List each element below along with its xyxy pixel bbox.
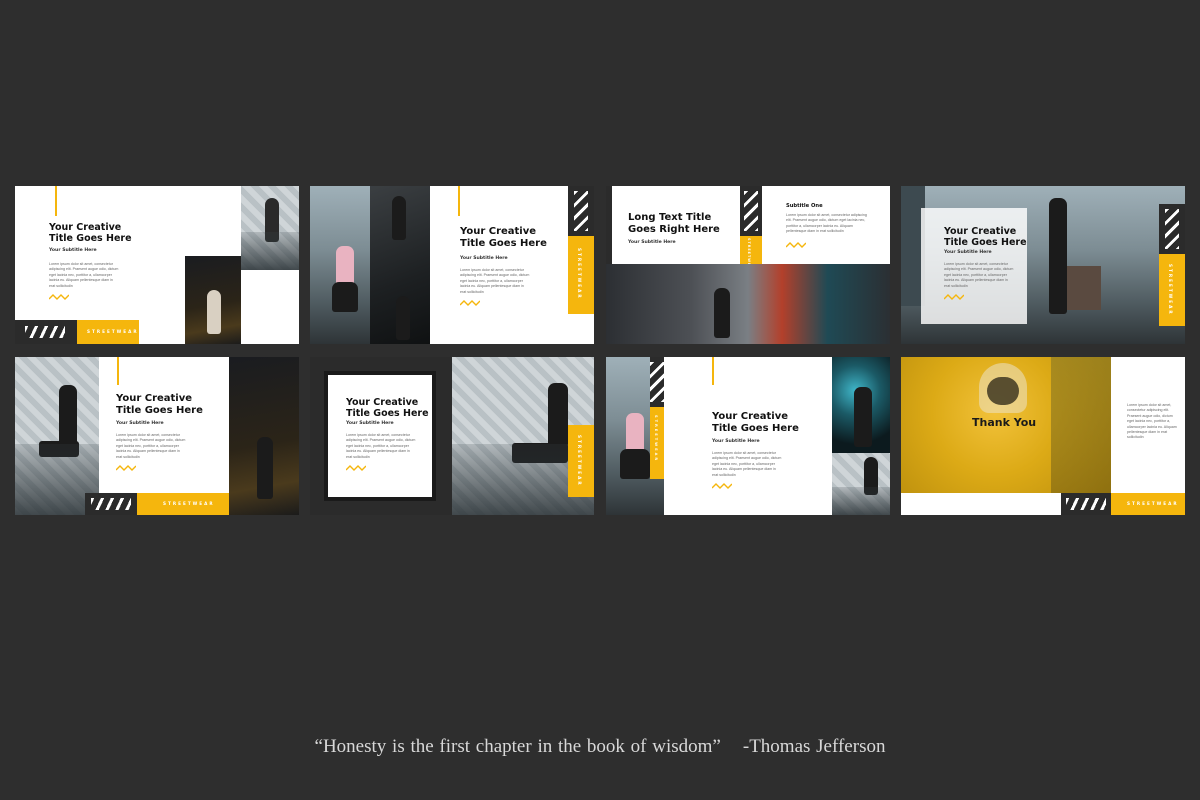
zigzag-icon — [116, 465, 136, 471]
photo-street-night — [185, 256, 241, 344]
brand-label: STREETWEAR — [87, 329, 139, 334]
slide-body: Lorem ipsum dolor sit amet, consectetur … — [116, 433, 186, 459]
slide-6[interactable]: Your Creative Title Goes Here Your Subti… — [310, 357, 594, 515]
photo-wall — [241, 186, 299, 270]
photo-wall — [832, 453, 890, 515]
slide-body: Lorem ipsum dolor sit amet, consectetur … — [346, 433, 416, 459]
slide-5[interactable]: Your Creative Title Goes Here Your Subti… — [15, 357, 299, 515]
accent-line — [117, 357, 119, 385]
dark-block — [650, 357, 664, 407]
thank-you-title: Thank You — [972, 416, 1037, 429]
slide-body: Lorem ipsum dolor sit amet, consectetur … — [1127, 403, 1177, 440]
slide-subtitle: Your Subtitle Here — [346, 421, 394, 426]
zigzag-icon — [712, 483, 732, 489]
accent-line — [55, 186, 57, 216]
dark-block — [740, 186, 762, 236]
slide-3[interactable]: Long Text Title Goes Right Here Your Sub… — [606, 186, 890, 344]
slide-body: Lorem ipsum dolor sit amet, consectetur … — [460, 268, 530, 294]
brand-block: STREETWEAR — [137, 493, 229, 515]
slide-subtitle-one: Subtitle One — [786, 203, 823, 209]
stripes-icon — [91, 498, 131, 510]
slide-body: Lorem ipsum dolor sit amet, consectetur … — [49, 262, 119, 288]
stripes-icon — [744, 191, 758, 231]
slide-body: Lorem ipsum dolor sit amet, consectetur … — [944, 262, 1014, 288]
slide-body: Lorem ipsum dolor sit amet, consectetur … — [712, 451, 782, 477]
photo-wall-sitting — [15, 357, 99, 515]
dark-block — [568, 186, 594, 236]
brand-label: STREETWEAR — [654, 415, 658, 463]
slide-subtitle: Your Subtitle Here — [628, 240, 676, 245]
photo-night-street — [229, 357, 299, 515]
slide-7[interactable]: STREETWEAR Your Creative Title Goes Here… — [606, 357, 890, 515]
zigzag-icon — [786, 242, 806, 248]
zigzag-icon — [346, 465, 366, 471]
brand-label: STREETWEAR — [1168, 264, 1173, 316]
brand-block: STREETWEAR — [740, 236, 762, 274]
slide-1[interactable]: Your Creative Title Goes Here Your Subti… — [15, 186, 299, 344]
brand-label: STREETWEAR — [163, 501, 215, 506]
quote-text: “Honesty is the first chapter in the boo… — [314, 736, 721, 757]
brand-block: STREETWEAR — [568, 425, 594, 497]
dark-block — [1159, 204, 1185, 254]
brand-label: STREETWEAR — [577, 435, 582, 487]
slide-body: Lorem ipsum dolor sit amet, consectetur … — [786, 213, 867, 234]
slide-2[interactable]: Your Creative Title Goes Here Your Subti… — [310, 186, 594, 344]
stripes-icon — [650, 362, 664, 402]
quote: “Honesty is the first chapter in the boo… — [0, 736, 1200, 758]
stripes-icon — [25, 326, 65, 338]
accent-line — [458, 186, 460, 216]
slide-subtitle: Your Subtitle Here — [712, 439, 760, 444]
accent-line — [712, 357, 714, 385]
stripes-icon — [1066, 498, 1106, 510]
slide-4[interactable]: Your Creative Title Goes Here Your Subti… — [901, 186, 1185, 344]
photo-man-pink — [310, 186, 370, 344]
slide-subtitle: Your Subtitle Here — [116, 421, 164, 426]
slide-title: Your Creative Title Goes Here — [116, 393, 203, 416]
photo-neon — [832, 357, 890, 453]
photo-alley — [606, 264, 890, 344]
photo-stairs — [370, 186, 430, 344]
brand-block: STREETWEAR — [77, 320, 139, 344]
dark-block — [1061, 493, 1111, 515]
slide-8[interactable]: Thank You Lorem ipsum dolor sit amet, co… — [901, 357, 1185, 515]
brand-label: STREETWEAR — [577, 248, 582, 300]
brand-block: STREETWEAR — [650, 407, 664, 479]
stripes-icon — [574, 191, 588, 231]
dark-block — [85, 493, 137, 515]
brand-block: STREETWEAR — [568, 236, 594, 314]
slide-subtitle: Your Subtitle Here — [49, 248, 97, 253]
slide-subtitle: Your Subtitle Here — [460, 256, 508, 261]
dark-block — [15, 320, 77, 344]
slide-title: Long Text Title Goes Right Here — [628, 212, 720, 235]
slide-title: Your Creative Title Goes Here — [712, 411, 799, 434]
stripes-icon — [1165, 209, 1179, 249]
slide-title: Your Creative Title Goes Here — [346, 397, 429, 419]
zigzag-icon — [460, 300, 480, 306]
quote-author: -Thomas Jefferson — [742, 736, 886, 757]
brand-block: STREETWEAR — [1111, 493, 1185, 515]
brand-label: STREETWEAR — [1127, 501, 1179, 506]
zigzag-icon — [944, 294, 964, 300]
slide-title: Your Creative Title Goes Here — [49, 222, 132, 244]
slide-title: Your Creative Title Goes Here — [944, 226, 1027, 248]
brand-block: STREETWEAR — [1159, 254, 1185, 326]
zigzag-icon — [49, 294, 69, 300]
slide-title: Your Creative Title Goes Here — [460, 226, 547, 249]
slide-subtitle: Your Subtitle Here — [944, 250, 992, 255]
